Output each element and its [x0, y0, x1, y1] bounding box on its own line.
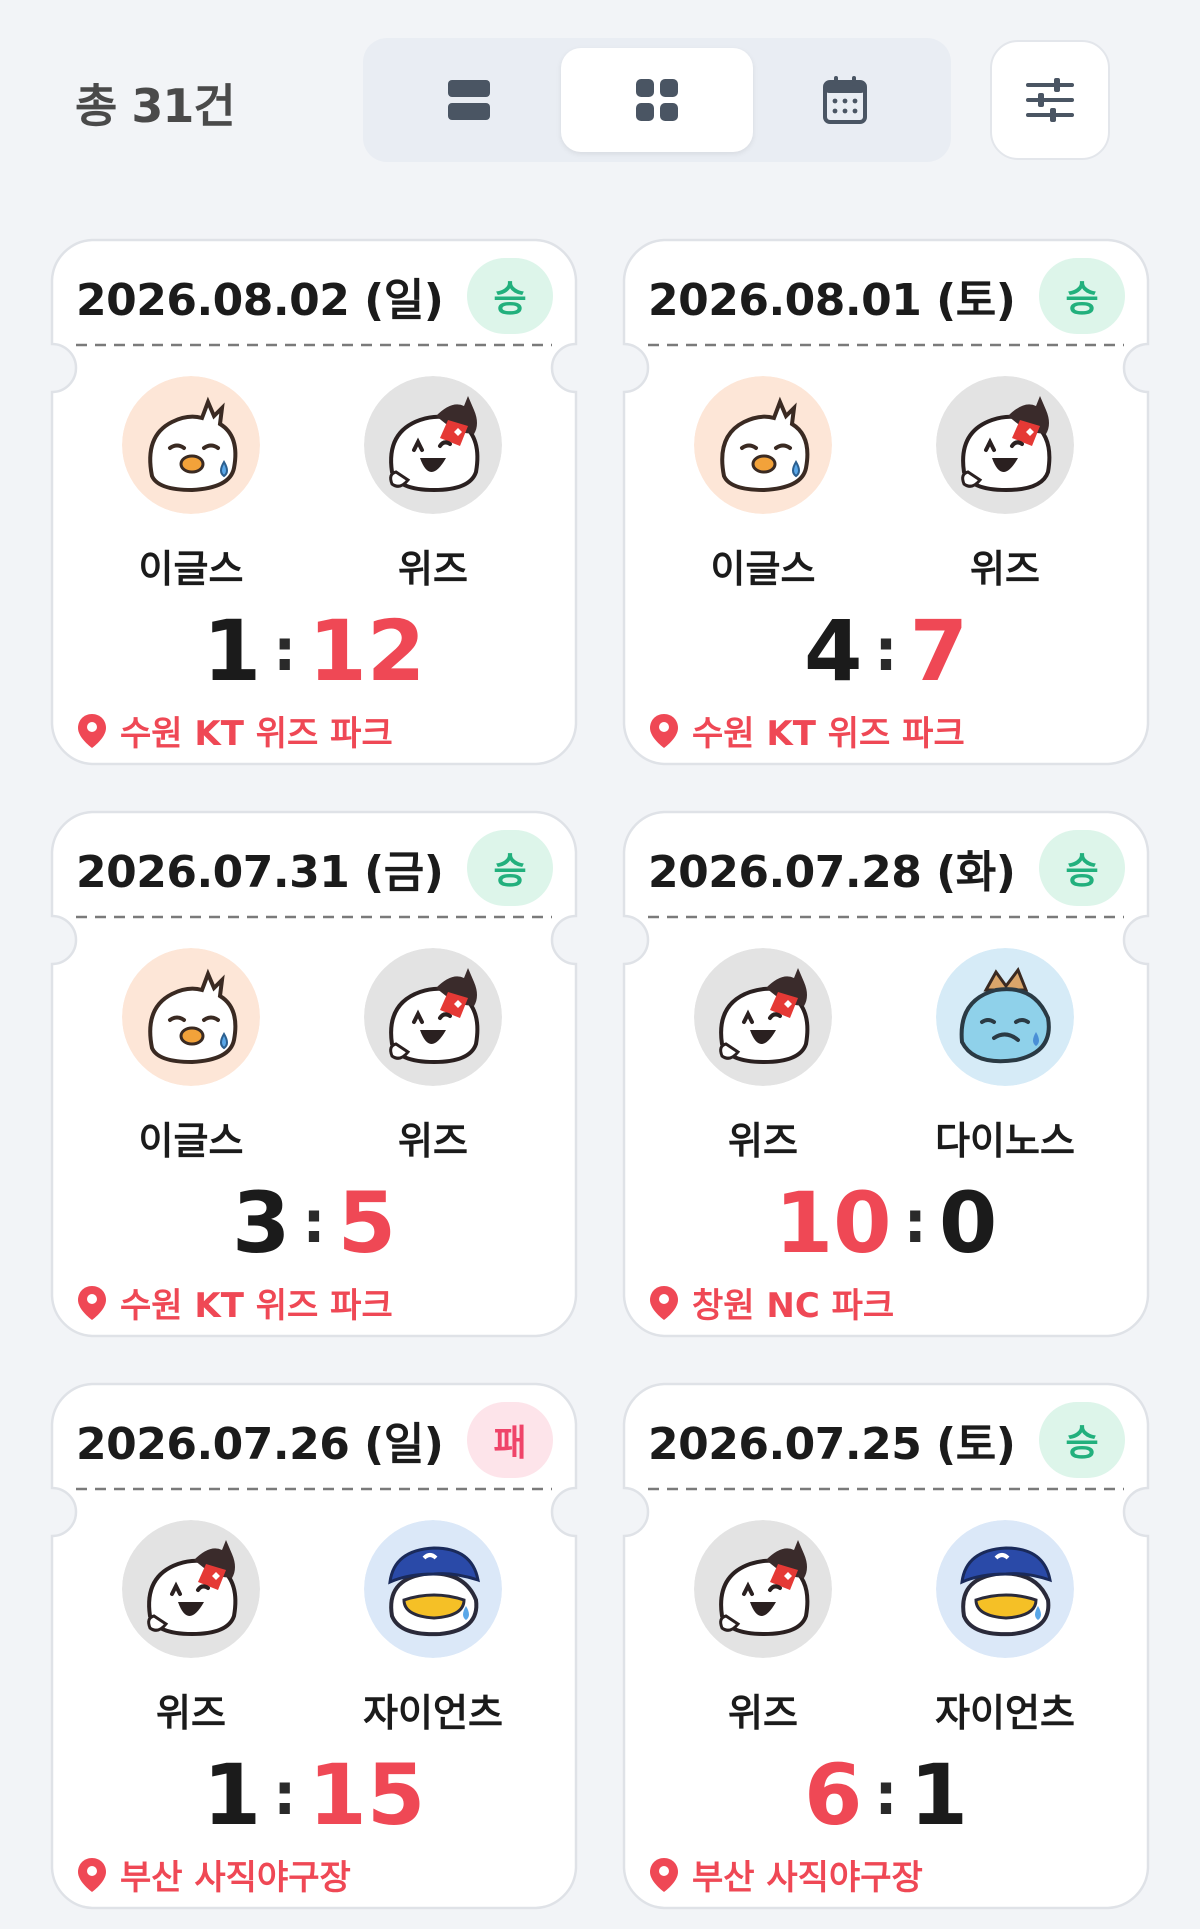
- eagles-mascot-icon: [122, 376, 260, 514]
- score-right: 12: [308, 602, 426, 700]
- dinos-mascot-icon: [936, 948, 1074, 1086]
- list-view-icon: [448, 80, 490, 120]
- venue: 부산 사직야구장: [78, 1850, 351, 1899]
- wiz-mascot-icon: [694, 948, 832, 1086]
- score-separator: :: [273, 616, 297, 684]
- filter-button[interactable]: [990, 40, 1110, 160]
- grid-view-button[interactable]: [561, 48, 753, 152]
- list-view-button[interactable]: [373, 48, 565, 152]
- venue: 부산 사직야구장: [650, 1850, 923, 1899]
- top-bar: 총 31건: [0, 0, 1200, 190]
- venue: 창원 NC 파크: [650, 1278, 894, 1327]
- game-date: 2026.07.28 (화): [648, 847, 1016, 898]
- game-date: 2026.07.26 (일): [76, 1419, 444, 1470]
- venue-name: 부산 사직야구장: [692, 1858, 923, 1898]
- score-right: 7: [909, 602, 969, 700]
- result-badge: 승: [1039, 258, 1125, 334]
- score-right: 5: [337, 1174, 397, 1272]
- venue: 수원 KT 위즈 파크: [78, 706, 393, 755]
- team-left-name: 이글스: [138, 1119, 244, 1163]
- team-left-name: 위즈: [728, 1691, 798, 1735]
- score-separator: :: [874, 1760, 898, 1828]
- eagles-mascot-icon: [694, 376, 832, 514]
- score-right: 0: [938, 1174, 998, 1272]
- team-right-name: 위즈: [398, 1119, 468, 1163]
- calendar-icon: [823, 76, 867, 124]
- score-line: 1:12: [50, 603, 578, 708]
- eagles-mascot-icon: [122, 948, 260, 1086]
- calendar-view-button[interactable]: [749, 48, 941, 152]
- team-left-name: 이글스: [138, 547, 244, 591]
- score-separator: :: [302, 1188, 326, 1256]
- wiz-mascot-icon: [122, 1520, 260, 1658]
- location-pin-icon: [650, 713, 678, 748]
- score-separator: :: [874, 616, 898, 684]
- wiz-mascot-icon: [936, 376, 1074, 514]
- venue-name: 수원 KT 위즈 파크: [120, 1286, 393, 1326]
- giants-mascot-icon: [364, 1520, 502, 1658]
- result-badge: 패: [467, 1402, 553, 1478]
- wiz-mascot-icon: [364, 948, 502, 1086]
- venue-name: 부산 사직야구장: [120, 1858, 351, 1898]
- result-badge: 승: [467, 258, 553, 334]
- team-right-name: 다이노스: [935, 1119, 1075, 1163]
- score-left: 10: [774, 1174, 892, 1272]
- venue-name: 수원 KT 위즈 파크: [120, 714, 393, 754]
- grid-view-icon: [636, 79, 678, 121]
- game-card[interactable]: 2026.08.01 (토) 승 이글스 위즈 4:7 수원 KT 위즈 파크: [622, 238, 1150, 766]
- location-pin-icon: [650, 1285, 678, 1320]
- score-line: 3:5: [50, 1175, 578, 1280]
- team-left-name: 위즈: [728, 1119, 798, 1163]
- score-line: 4:7: [622, 603, 1150, 708]
- score-line: 6:1: [622, 1747, 1150, 1852]
- location-pin-icon: [78, 1285, 106, 1320]
- score-left: 1: [202, 602, 262, 700]
- location-pin-icon: [78, 1857, 106, 1892]
- score-right: 1: [909, 1746, 969, 1844]
- venue: 수원 KT 위즈 파크: [78, 1278, 393, 1327]
- game-date: 2026.07.25 (토): [648, 1419, 1016, 1470]
- result-badge: 승: [1039, 1402, 1125, 1478]
- result-badge: 승: [1039, 830, 1125, 906]
- score-right: 15: [308, 1746, 426, 1844]
- score-line: 10:0: [622, 1175, 1150, 1280]
- score-left: 4: [803, 602, 863, 700]
- location-pin-icon: [650, 1857, 678, 1892]
- venue: 수원 KT 위즈 파크: [650, 706, 965, 755]
- venue-name: 수원 KT 위즈 파크: [692, 714, 965, 754]
- score-left: 3: [231, 1174, 291, 1272]
- game-card[interactable]: 2026.07.28 (화) 승 위즈 다이노스 10:0 창원 NC 파크: [622, 810, 1150, 1338]
- view-mode-switcher: [363, 38, 951, 162]
- sliders-icon: [1026, 78, 1074, 122]
- wiz-mascot-icon: [694, 1520, 832, 1658]
- venue-name: 창원 NC 파크: [692, 1286, 895, 1326]
- game-card[interactable]: 2026.07.26 (일) 패 위즈 자이언츠 1:15 부산 사직야구장: [50, 1382, 578, 1910]
- team-right-name: 자이언츠: [935, 1691, 1075, 1735]
- location-pin-icon: [78, 713, 106, 748]
- team-right-name: 자이언츠: [363, 1691, 503, 1735]
- game-card[interactable]: 2026.08.02 (일) 승 이글스 위즈 1:12 수원 KT 위즈 파크: [50, 238, 578, 766]
- game-card[interactable]: 2026.07.31 (금) 승 이글스 위즈 3:5 수원 KT 위즈 파크: [50, 810, 578, 1338]
- total-count: 총 31건: [75, 79, 236, 133]
- wiz-mascot-icon: [364, 376, 502, 514]
- game-date: 2026.08.01 (토): [648, 275, 1016, 326]
- score-left: 1: [202, 1746, 262, 1844]
- score-line: 1:15: [50, 1747, 578, 1852]
- giants-mascot-icon: [936, 1520, 1074, 1658]
- score-separator: :: [903, 1188, 927, 1256]
- score-separator: :: [273, 1760, 297, 1828]
- team-right-name: 위즈: [398, 547, 468, 591]
- score-left: 6: [803, 1746, 863, 1844]
- result-badge: 승: [467, 830, 553, 906]
- game-date: 2026.07.31 (금): [76, 847, 444, 898]
- game-card[interactable]: 2026.07.25 (토) 승 위즈 자이언츠 6:1 부산 사직야구장: [622, 1382, 1150, 1910]
- team-left-name: 위즈: [156, 1691, 226, 1735]
- team-left-name: 이글스: [710, 547, 816, 591]
- team-right-name: 위즈: [970, 547, 1040, 591]
- game-date: 2026.08.02 (일): [76, 275, 444, 326]
